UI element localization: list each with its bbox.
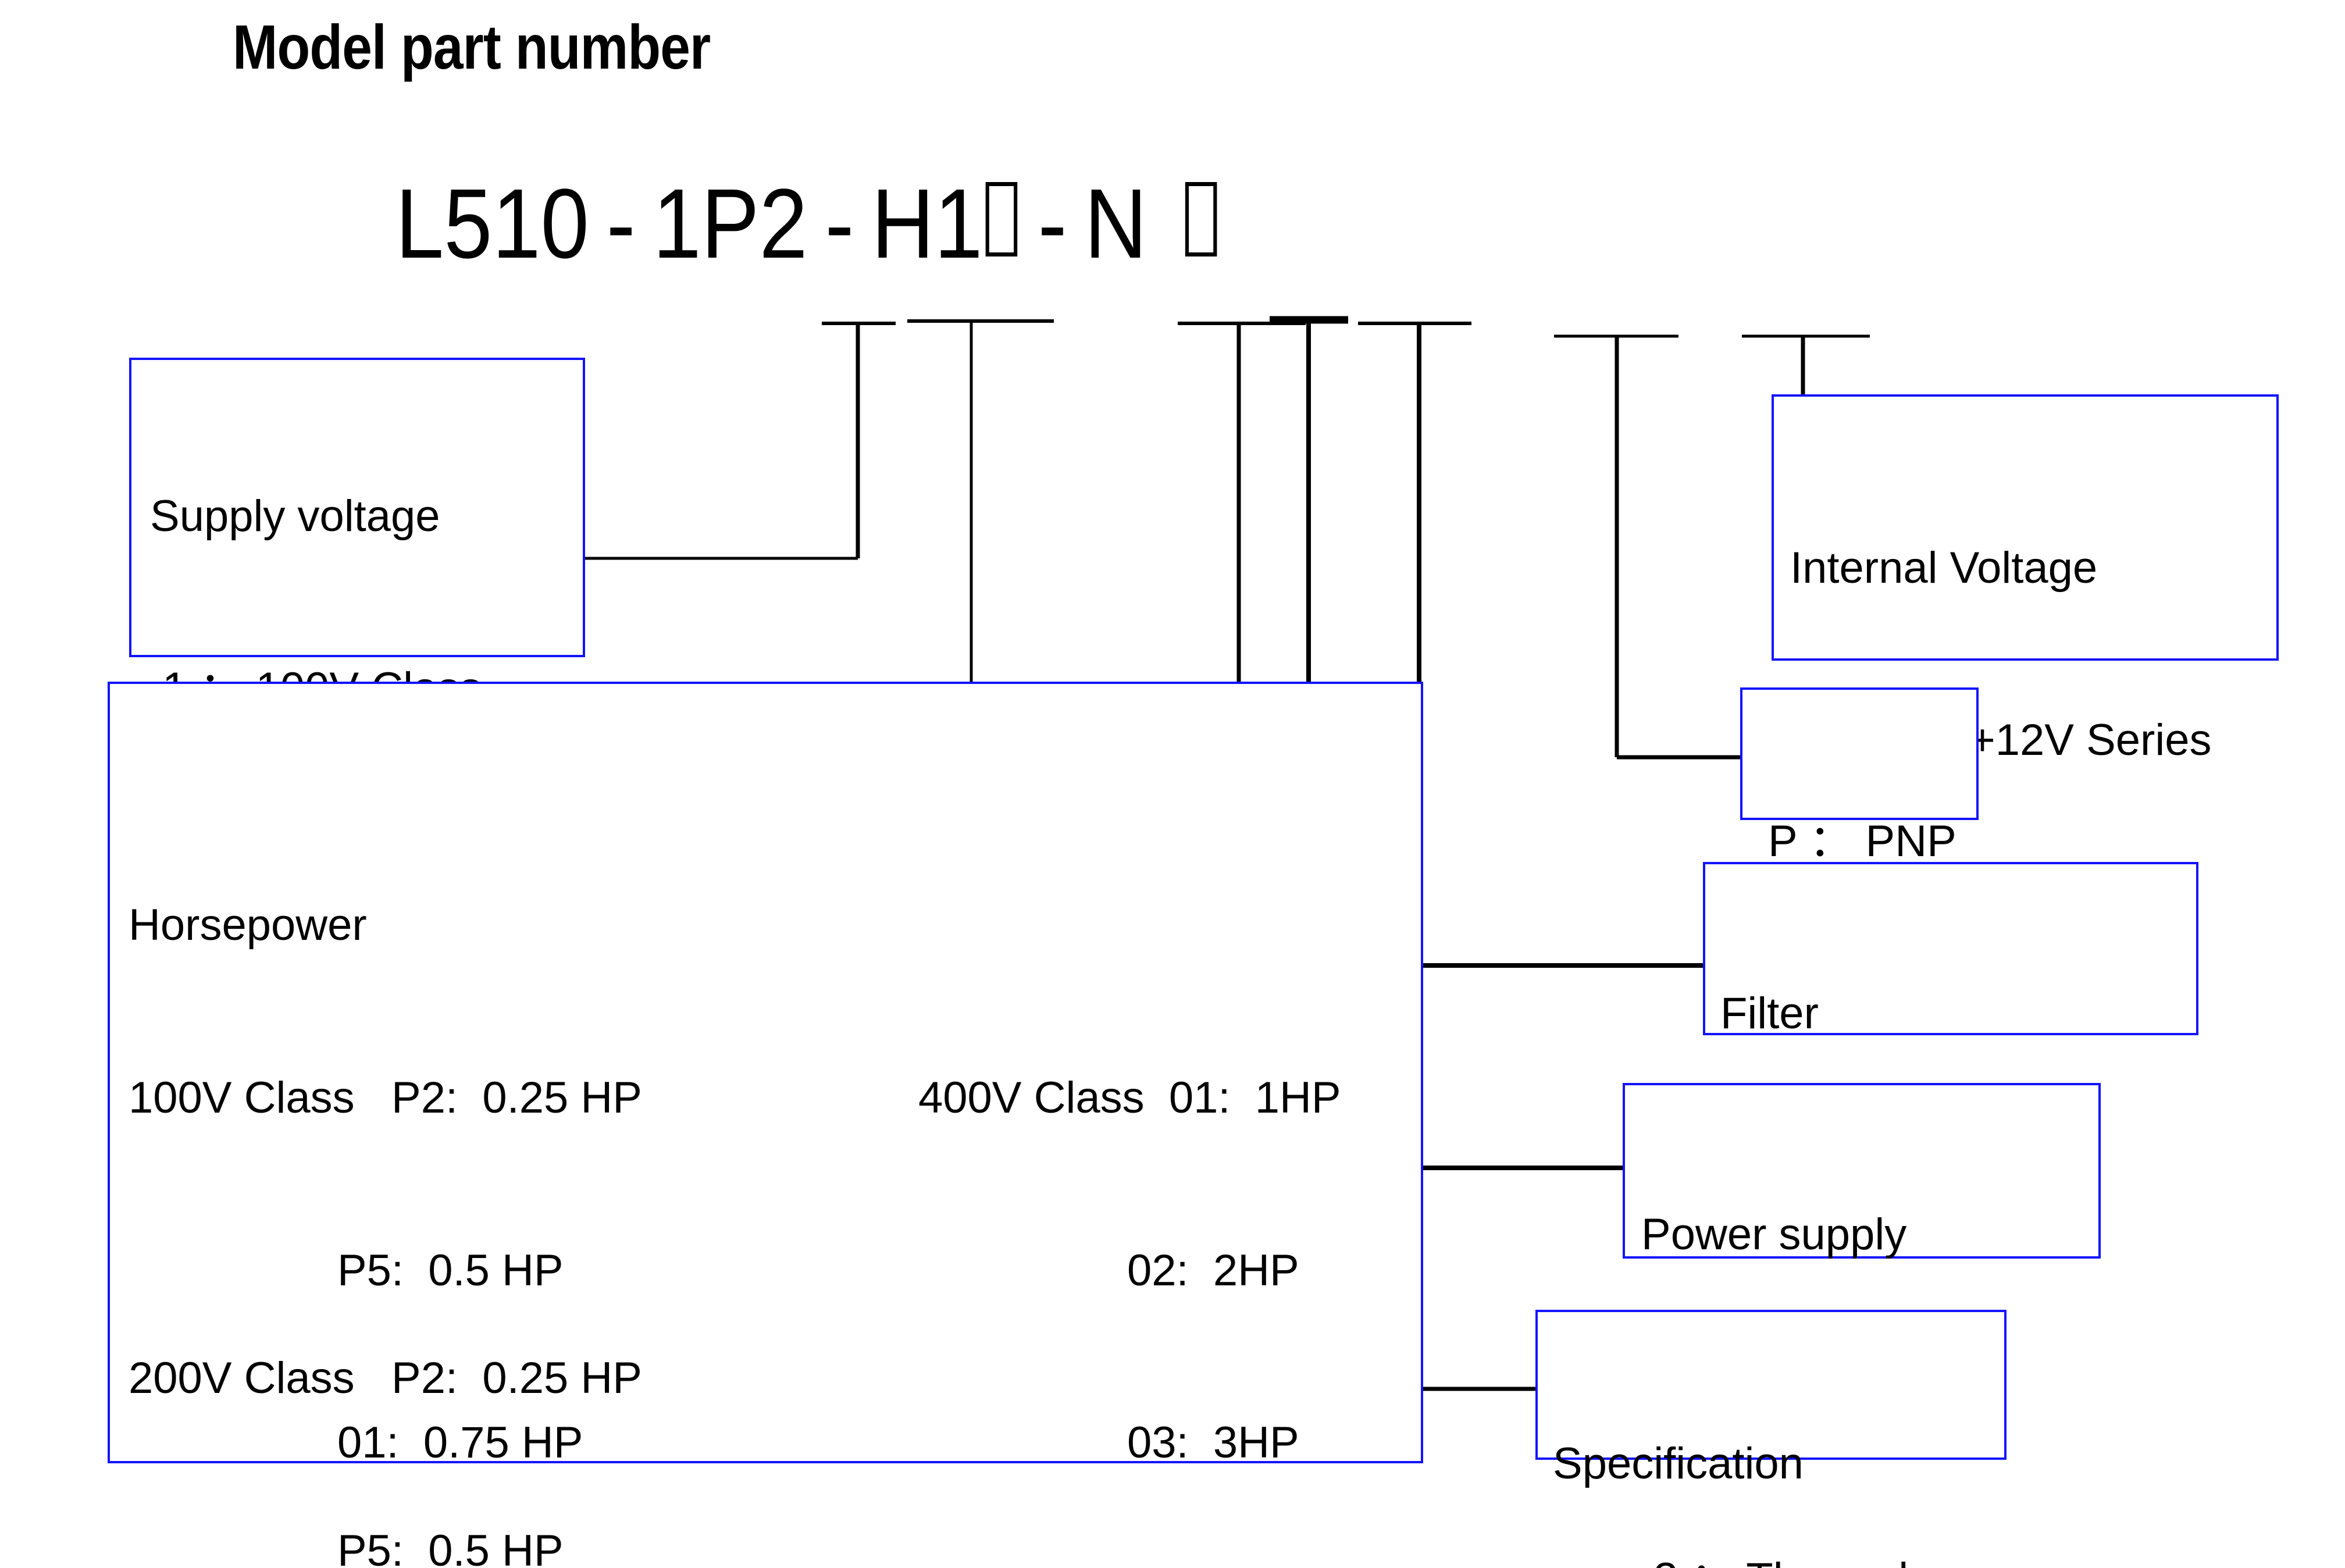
supply-voltage-title: Supply voltage xyxy=(150,491,440,541)
specification-title: Specification xyxy=(1553,1438,1804,1488)
model-segment-horsepower: 1P2 xyxy=(653,169,808,279)
horsepower-200v-row-0: 200V Class P2: 0.25 HP xyxy=(129,1353,642,1403)
internal-voltage-title: Internal Voltage xyxy=(1790,543,2098,593)
model-dash-1: - xyxy=(606,169,636,279)
horsepower-400v-row-2: 03: 3HP xyxy=(1127,1417,1299,1467)
model-segment-series: L510 xyxy=(395,169,589,279)
horsepower-400v-row-1: 02: 2HP xyxy=(1127,1245,1299,1295)
horsepower-title: Horsepower xyxy=(129,900,367,950)
model-segment-transistor: N xyxy=(1084,169,1147,279)
model-segment-spec: H1 xyxy=(871,169,983,279)
model-dash-2: - xyxy=(825,169,854,279)
callout-filter: Filter F ： Built-in Blank ： None xyxy=(1703,862,2198,1382)
model-part-number-diagram: Model part number L510 - 1P2 - H1 - N Su… xyxy=(0,0,2345,1568)
filter-title: Filter xyxy=(1720,988,1819,1038)
horsepower-group-400v: 400V Class 01: 1HP 02: 2HP 03: 3HP xyxy=(918,955,1341,1568)
model-placeholder-box-filter xyxy=(985,182,1018,256)
callout-supply-voltage: Supply voltage 1 ： 100V Class 2 ： 200V C… xyxy=(129,358,585,1058)
callout-power-supply: Power supply 1 ： Single phase 3 ： Three … xyxy=(1623,1083,2101,1568)
horsepower-200v-row-1: P5: 0.5 HP xyxy=(337,1526,564,1568)
model-placeholder-box-internal-voltage xyxy=(1185,182,1217,256)
page-title: Model part number xyxy=(233,12,711,82)
callout-specification: Specification H ： Standard Type xyxy=(1535,1310,2007,1488)
horsepower-100v-row-0: 100V Class P2: 0.25 HP xyxy=(129,1073,642,1123)
horsepower-400v-row-0: 400V Class 01: 1HP xyxy=(918,1073,1341,1123)
callout-internal-voltage: Internal Voltage Blank ： +12V Series A ：… xyxy=(1772,394,2279,937)
model-dash-3: - xyxy=(1038,169,1067,279)
callout-transistor-type: P ： PNP N ： NPN xyxy=(1740,687,1979,1038)
horsepower-group-200v: 200V Class P2: 0.25 HP P5: 0.5 HP 01: 1 … xyxy=(129,1235,642,1568)
callout-horsepower: Horsepower 100V Class P2: 0.25 HP P5: 0.… xyxy=(108,682,1423,1568)
model-number-string: L510 - 1P2 - H1 - N xyxy=(395,169,1220,279)
power-supply-title: Power supply xyxy=(1641,1209,1907,1259)
